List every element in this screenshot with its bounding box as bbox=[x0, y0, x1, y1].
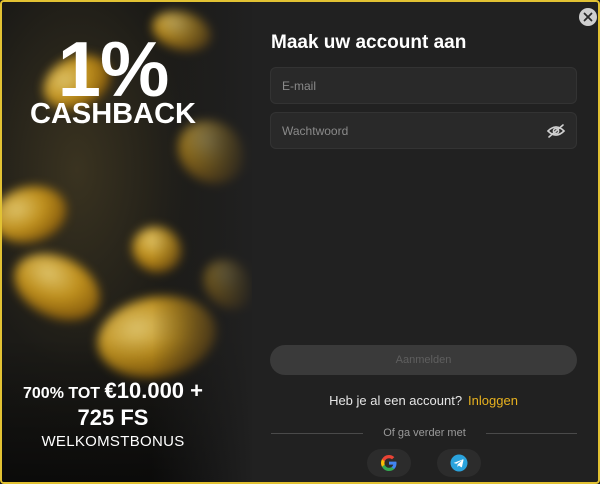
bonus-label: WELKOMSTBONUS bbox=[41, 433, 185, 450]
divider-line-right bbox=[486, 433, 577, 434]
telegram-icon bbox=[450, 454, 468, 472]
password-input[interactable] bbox=[282, 123, 532, 138]
submit-button[interactable]: Aanmelden bbox=[270, 345, 577, 375]
telegram-login-button[interactable] bbox=[437, 449, 481, 477]
login-link[interactable]: Inloggen bbox=[468, 393, 518, 408]
eye-off-icon[interactable] bbox=[546, 123, 566, 139]
signup-modal: 1% CASHBACK 700% TOT €10.000 + 725 FS WE… bbox=[0, 0, 600, 484]
email-field[interactable] bbox=[270, 67, 577, 104]
form-title: Maak uw account aan bbox=[271, 32, 467, 53]
password-field[interactable] bbox=[270, 112, 577, 149]
have-account-text: Heb je al een account? bbox=[329, 393, 463, 408]
google-login-button[interactable] bbox=[367, 449, 411, 477]
bonus-amount-line: 700% TOT €10.000 + bbox=[2, 378, 224, 404]
bonus-prefix: 700% TOT bbox=[23, 385, 105, 402]
bonus-amount: €10.000 + bbox=[104, 378, 203, 403]
bonus-free-spins: 725 FS bbox=[77, 405, 149, 430]
divider-text: Of ga verder met bbox=[383, 427, 466, 439]
email-input[interactable] bbox=[282, 78, 532, 93]
google-icon bbox=[381, 455, 397, 471]
close-button[interactable] bbox=[579, 8, 597, 26]
login-prompt: Heb je al een account? Inloggen bbox=[270, 393, 577, 408]
promo-panel: 1% CASHBACK 700% TOT €10.000 + 725 FS WE… bbox=[2, 2, 252, 482]
divider-line-left bbox=[271, 433, 363, 434]
promo-subheadline: CASHBACK bbox=[30, 98, 196, 130]
close-icon bbox=[583, 12, 593, 22]
